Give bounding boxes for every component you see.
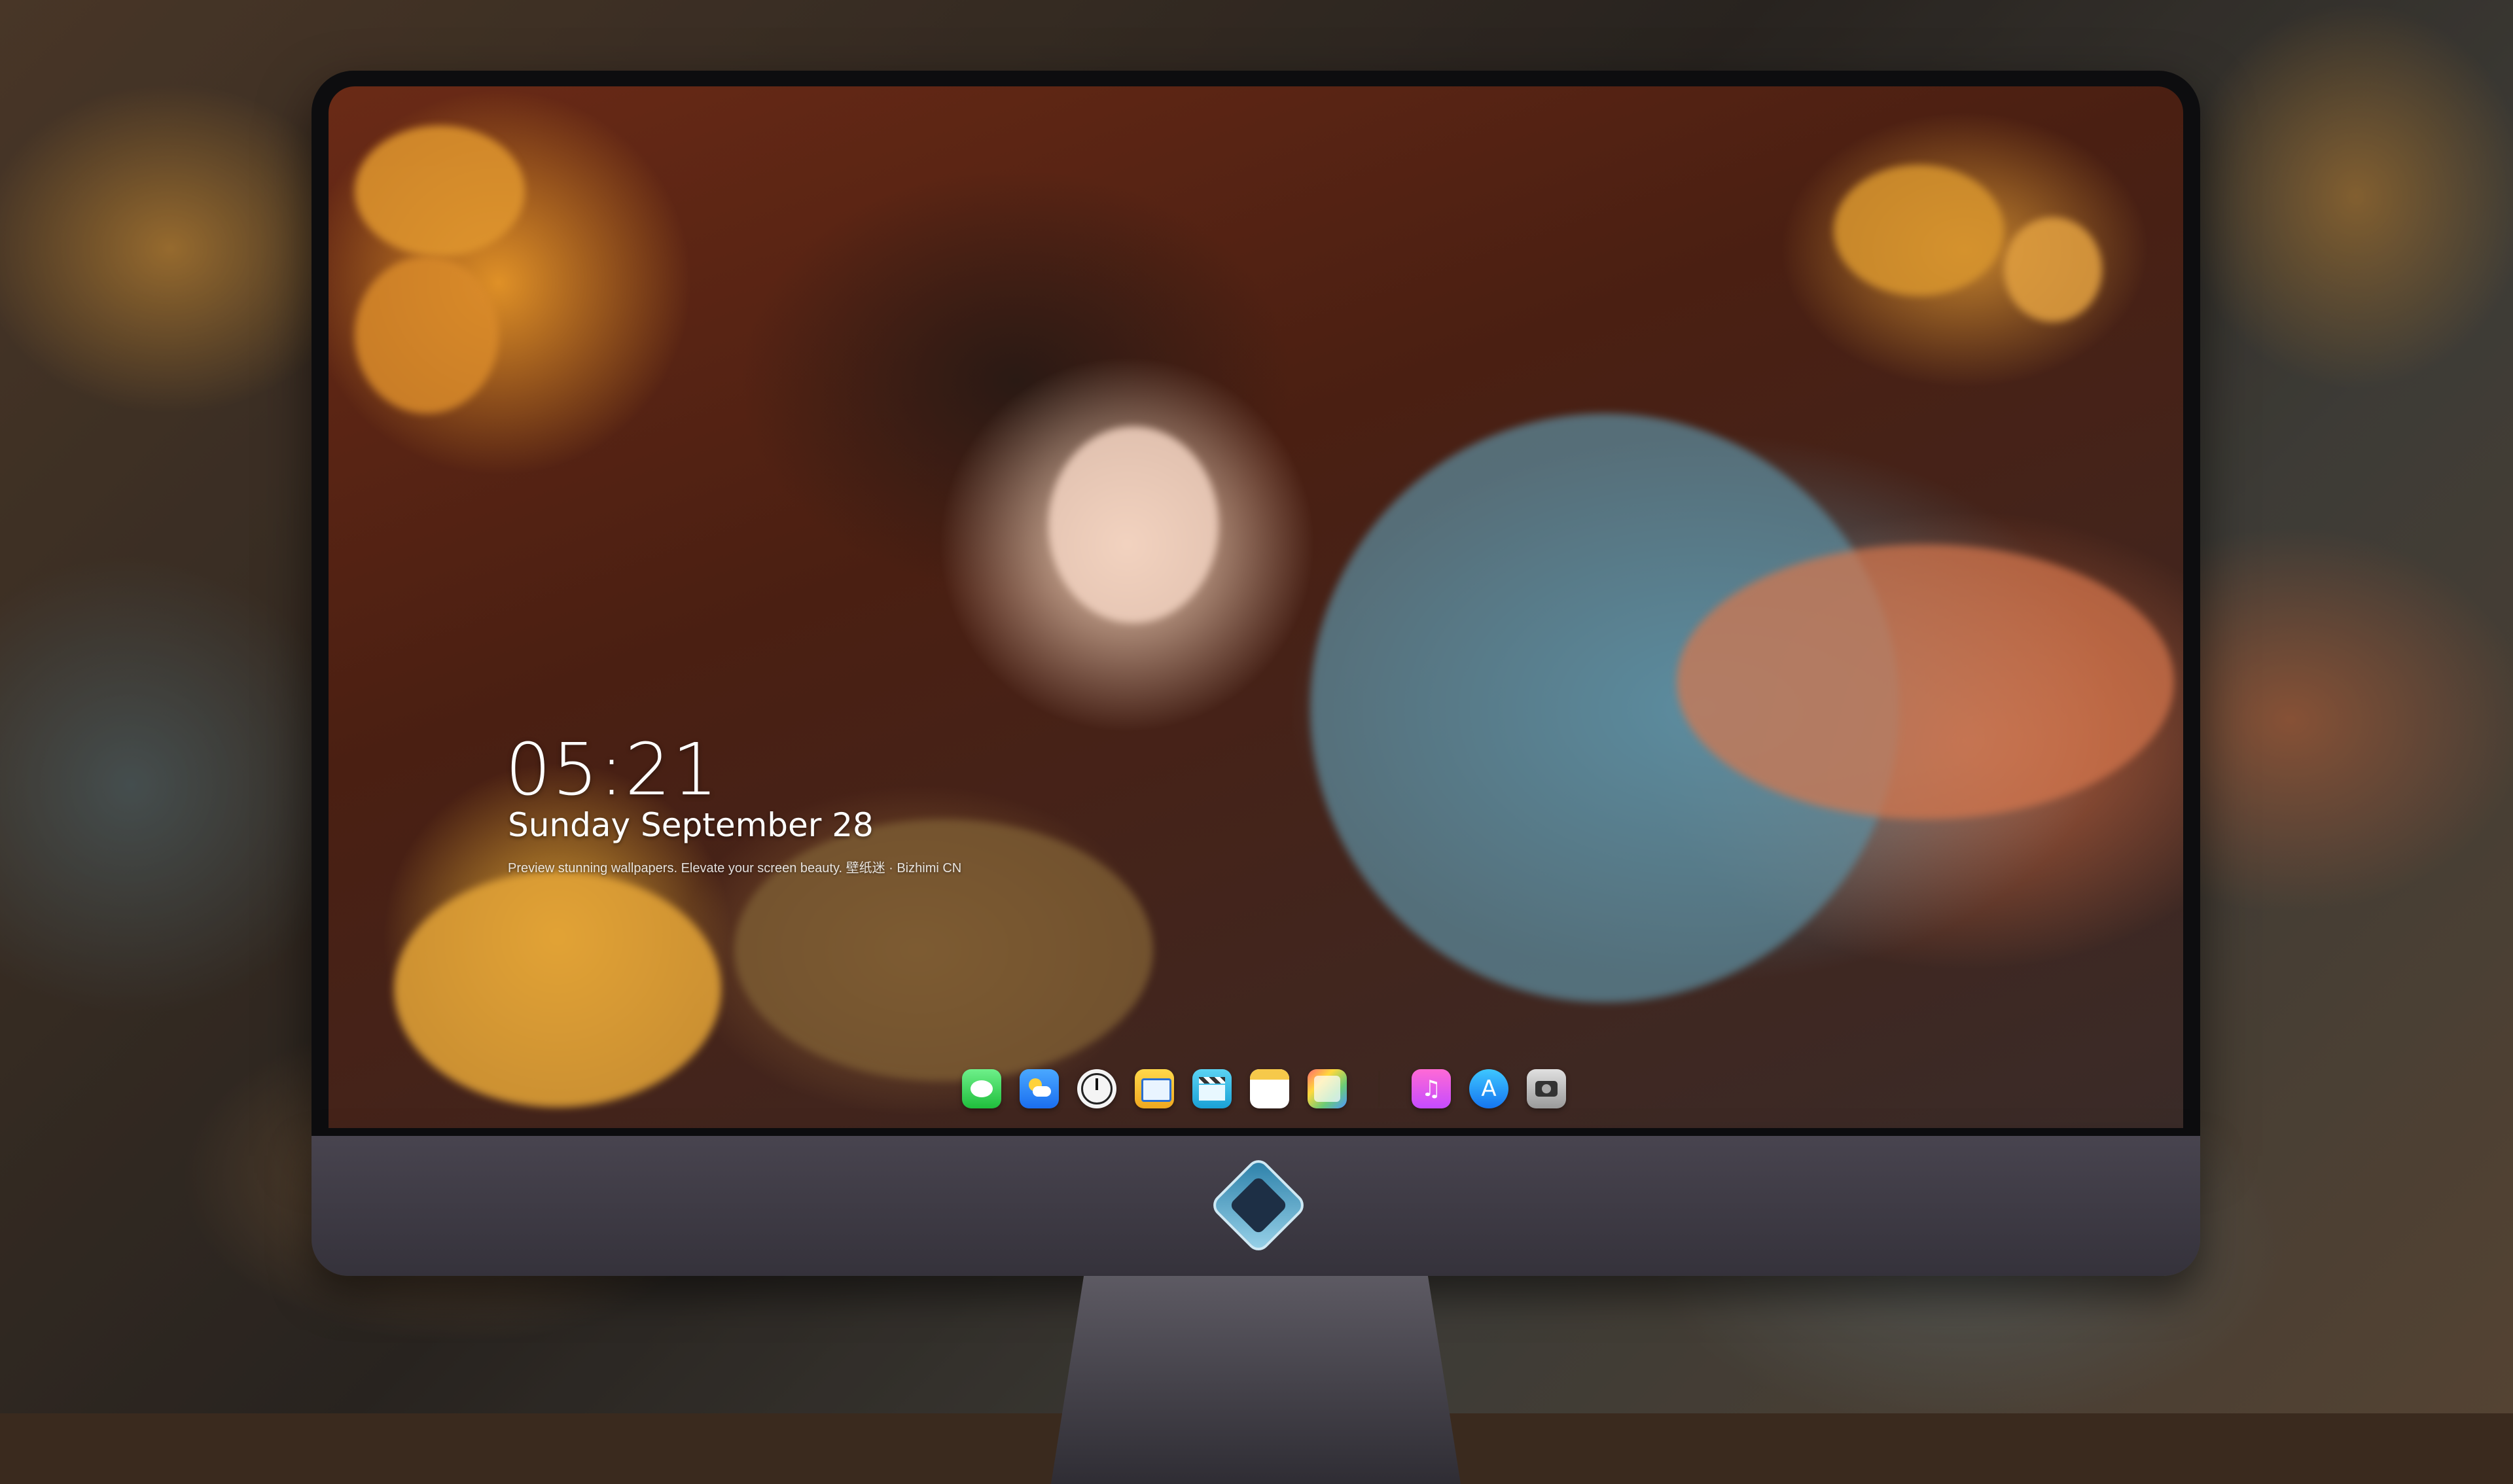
clock-icon[interactable] (1077, 1069, 1116, 1108)
flower-decoration (2004, 217, 2102, 322)
dock-separator (1378, 1071, 1380, 1106)
dock: ♫ A (962, 1063, 1566, 1115)
wallpaper-caption: Preview stunning wallpapers. Elevate you… (508, 861, 962, 875)
lock-screen: 05:21 Sunday September 28 Preview stunni… (329, 86, 2183, 1128)
notes-icon[interactable] (1250, 1069, 1289, 1108)
flower-decoration (1834, 165, 2004, 296)
scarf-decoration (1677, 544, 2174, 819)
flower-decoration (355, 126, 525, 256)
flower-decoration (394, 872, 721, 1107)
lock-date: Sunday September 28 (508, 806, 874, 844)
finder-icon[interactable] (1135, 1069, 1174, 1108)
messages-icon[interactable] (962, 1069, 1001, 1108)
face-decoration (1048, 427, 1219, 623)
photos-icon[interactable] (1308, 1069, 1347, 1108)
monitor-stand (1051, 1276, 1461, 1484)
monitor-bezel: 05:21 Sunday September 28 Preview stunni… (312, 71, 2200, 1136)
music-icon[interactable]: ♫ (1412, 1069, 1451, 1108)
app-store-icon[interactable]: A (1469, 1069, 1508, 1108)
video-clapper-icon[interactable] (1192, 1069, 1232, 1108)
flower-decoration (355, 256, 499, 414)
camera-icon[interactable] (1527, 1069, 1566, 1108)
lock-time: 05:21 (505, 728, 720, 811)
weather-icon[interactable] (1020, 1069, 1059, 1108)
monitor: 05:21 Sunday September 28 Preview stunni… (312, 71, 2200, 1484)
